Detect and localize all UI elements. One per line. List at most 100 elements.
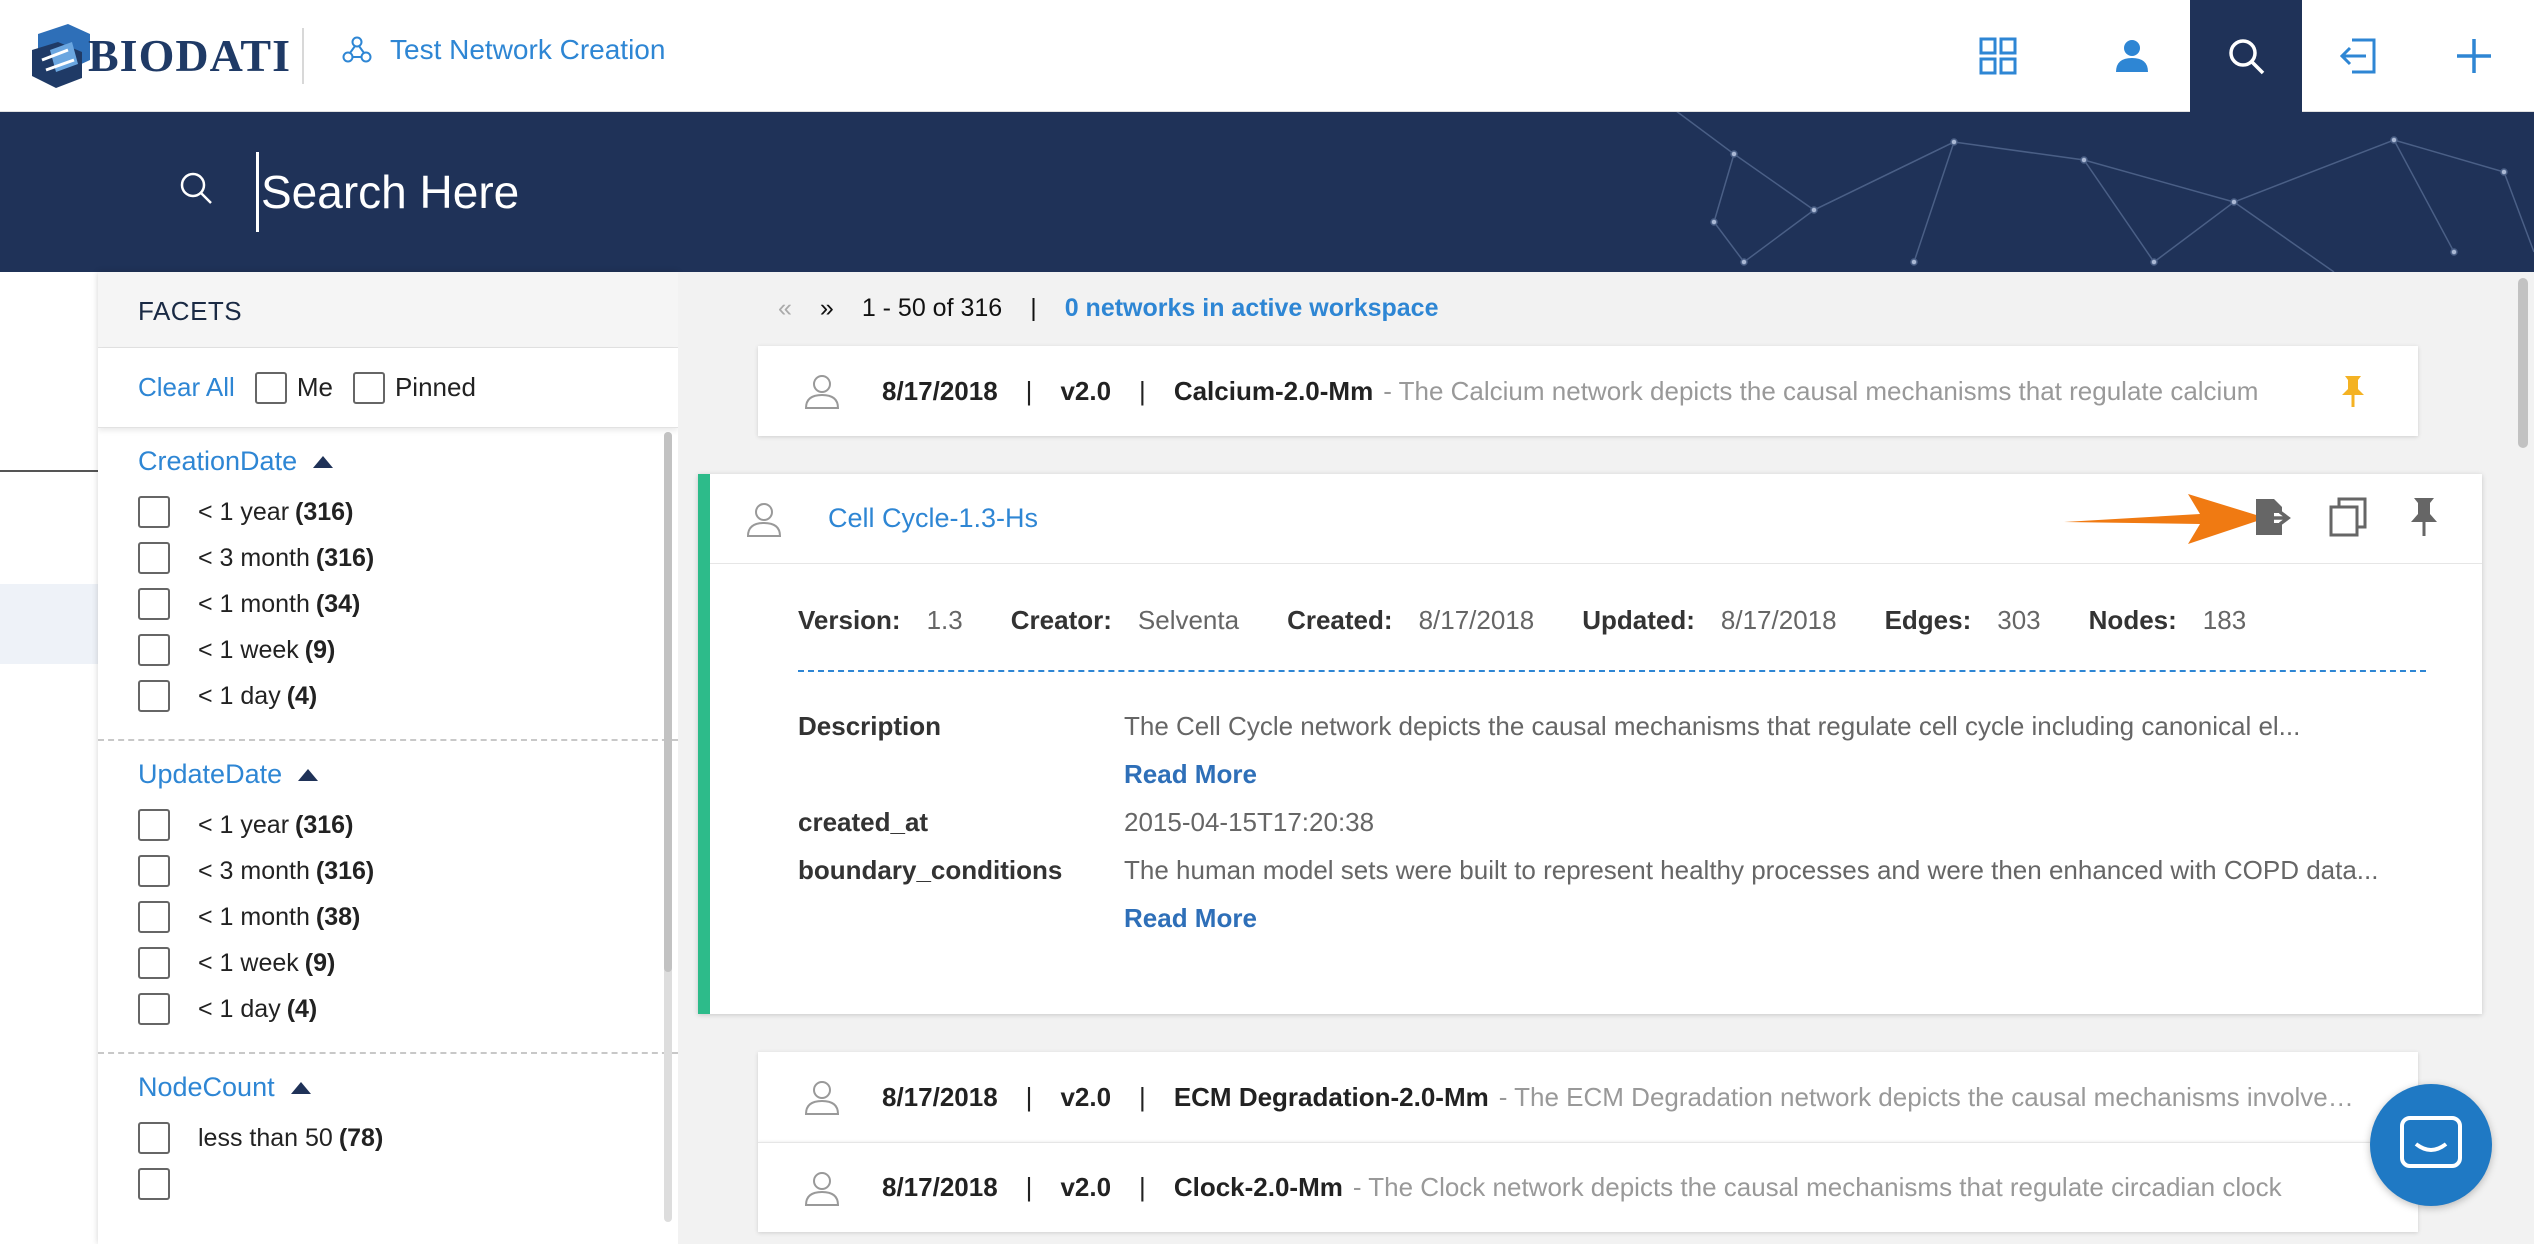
facet-item[interactable]: < 3 month (316) bbox=[138, 848, 638, 894]
facet-item-label: < 3 month bbox=[198, 543, 310, 572]
search-input[interactable] bbox=[256, 152, 1656, 232]
copy-icon[interactable] bbox=[2328, 496, 2368, 538]
export-icon[interactable] bbox=[2252, 496, 2292, 538]
facet-item-count: (9) bbox=[304, 948, 336, 977]
nav-highlight[interactable] bbox=[0, 584, 98, 664]
facet-checkbox[interactable] bbox=[138, 947, 170, 979]
facet-item[interactable]: < 1 day (4) bbox=[138, 986, 638, 1032]
facet-checkbox[interactable] bbox=[138, 496, 170, 528]
facet-item-label: < 3 month bbox=[198, 856, 310, 885]
nodes-key: Nodes: bbox=[2088, 604, 2177, 635]
user-button[interactable] bbox=[2076, 0, 2188, 112]
pin-icon[interactable] bbox=[2338, 374, 2368, 408]
facet-item[interactable]: < 1 year (316) bbox=[138, 802, 638, 848]
facet-item[interactable]: < 1 day (4) bbox=[138, 673, 638, 719]
facet-item[interactable]: < 1 week (9) bbox=[138, 627, 638, 673]
facet-title-nodecount[interactable]: NodeCount bbox=[138, 1072, 638, 1103]
apps-grid-button[interactable] bbox=[1942, 0, 2054, 112]
boundary-conditions-text: The human model sets were built to repre… bbox=[1124, 855, 2379, 885]
facet-checkbox[interactable] bbox=[138, 809, 170, 841]
row-network-name[interactable]: ECM Degradation-2.0-Mm bbox=[1174, 1082, 1489, 1113]
facet-checkbox[interactable] bbox=[138, 634, 170, 666]
facet-checkbox[interactable] bbox=[138, 542, 170, 574]
collapse-up-icon[interactable] bbox=[298, 768, 319, 781]
next-page-button[interactable]: » bbox=[820, 294, 834, 323]
collapse-up-icon[interactable] bbox=[313, 455, 334, 468]
collapse-up-icon[interactable] bbox=[290, 1081, 311, 1094]
creator-key: Creator: bbox=[1010, 604, 1112, 635]
network-details: Description The Cell Cycle network depic… bbox=[798, 702, 2482, 942]
read-more-link[interactable]: Read More bbox=[1124, 903, 1257, 933]
network-row[interactable]: 8/17/2018 | v2.0 | Clock-2.0-Mm - The Cl… bbox=[758, 1142, 2418, 1232]
logo-text: BIODATI bbox=[88, 29, 291, 81]
facet-item[interactable]: < 1 month (34) bbox=[138, 581, 638, 627]
me-label: Me bbox=[296, 372, 333, 402]
expanded-network-name[interactable]: Cell Cycle-1.3-Hs bbox=[828, 503, 1038, 534]
pin-icon[interactable] bbox=[2404, 496, 2444, 538]
facets-panel: FACETS Clear All Me Pinned CreationDate … bbox=[98, 272, 678, 1244]
facet-checkbox[interactable] bbox=[138, 993, 170, 1025]
facet-item[interactable]: < 3 month (316) bbox=[138, 535, 638, 581]
facets-title: FACETS bbox=[98, 272, 678, 348]
me-filter[interactable]: Me bbox=[254, 371, 333, 404]
facet-title-text: NodeCount bbox=[138, 1072, 275, 1102]
facet-title-text: CreationDate bbox=[138, 446, 298, 476]
row-description: - The Calcium network depicts the causal… bbox=[1383, 375, 2259, 406]
facet-checkbox[interactable] bbox=[138, 1168, 170, 1200]
facet-item[interactable]: < 1 year (316) bbox=[138, 489, 638, 535]
facet-item-count: (316) bbox=[315, 856, 375, 885]
clear-all-link[interactable]: Clear All bbox=[138, 372, 235, 403]
workspace-link[interactable]: 0 networks in active workspace bbox=[1065, 294, 1439, 323]
facet-title-creationdate[interactable]: CreationDate bbox=[138, 446, 638, 477]
facets-scrollbar-thumb[interactable] bbox=[664, 432, 672, 972]
description-text: The Cell Cycle network depicts the causa… bbox=[1124, 711, 2301, 741]
row-version: v2.0 bbox=[1060, 1081, 1112, 1112]
facet-item[interactable]: less than 50 (78) bbox=[138, 1115, 638, 1161]
expanded-network-card: Cell Cycle-1.3-Hs Version: 1.3 Creator: … bbox=[698, 474, 2482, 1014]
me-checkbox[interactable] bbox=[254, 371, 287, 404]
facet-group-updatedate: UpdateDate < 1 year (316) < 3 month (316) … bbox=[98, 741, 678, 1054]
description-row: Description The Cell Cycle network depic… bbox=[798, 702, 2482, 798]
network-row[interactable]: 8/17/2018 | v2.0 | Calcium-2.0-Mm - The … bbox=[758, 346, 2418, 436]
search-tab-button[interactable] bbox=[2190, 0, 2302, 112]
facet-checkbox[interactable] bbox=[138, 680, 170, 712]
network-row[interactable]: 8/17/2018 | v2.0 | ECM Degradation-2.0-M… bbox=[758, 1052, 2418, 1142]
facet-checkbox[interactable] bbox=[138, 1122, 170, 1154]
active-network-title[interactable]: Test Network Creation bbox=[342, 34, 665, 66]
expanded-card-header: Cell Cycle-1.3-Hs bbox=[710, 474, 2482, 564]
created-at-row: created_at 2015-04-15T17:20:38 bbox=[798, 798, 2482, 846]
pinned-checkbox[interactable] bbox=[352, 371, 385, 404]
pinned-filter[interactable]: Pinned bbox=[352, 371, 476, 404]
creator-value: Selventa bbox=[1137, 604, 1240, 635]
results-scrollbar[interactable] bbox=[2516, 278, 2530, 1238]
read-more-link[interactable]: Read More bbox=[1124, 759, 1257, 789]
nav-divider bbox=[0, 470, 98, 472]
row-separator: | bbox=[1139, 375, 1146, 406]
row-network-name[interactable]: Clock-2.0-Mm bbox=[1174, 1172, 1343, 1203]
add-button[interactable] bbox=[2418, 0, 2530, 112]
facet-checkbox[interactable] bbox=[138, 588, 170, 620]
facet-item-label: < 1 day bbox=[198, 681, 281, 710]
facet-checkbox[interactable] bbox=[138, 901, 170, 933]
facets-scrollbar[interactable] bbox=[664, 432, 672, 1222]
results-scrollbar-thumb[interactable] bbox=[2518, 278, 2528, 448]
facet-checkbox[interactable] bbox=[138, 855, 170, 887]
row-network-name[interactable]: Calcium-2.0-Mm bbox=[1174, 376, 1373, 407]
facet-item[interactable]: < 1 week (9) bbox=[138, 940, 638, 986]
facet-item-label: < 1 week bbox=[198, 635, 299, 664]
biodati-logo[interactable]: BIODATI bbox=[28, 18, 291, 92]
facet-item-label: < 1 day bbox=[198, 994, 281, 1023]
updated-value: 8/17/2018 bbox=[1720, 604, 1837, 635]
facet-item-count: (4) bbox=[286, 994, 318, 1023]
prev-page-button[interactable]: « bbox=[778, 294, 792, 323]
facets-toolbar: Clear All Me Pinned bbox=[98, 348, 678, 428]
network-icon bbox=[342, 36, 372, 63]
facet-item-count: (78) bbox=[338, 1123, 384, 1152]
facet-title-updatedate[interactable]: UpdateDate bbox=[138, 759, 638, 790]
pagination-bar: « » 1 - 50 of 316 | 0 networks in active… bbox=[778, 288, 1438, 328]
facet-item[interactable]: < 1 month (38) bbox=[138, 894, 638, 940]
chat-launcher-button[interactable] bbox=[2370, 1084, 2492, 1206]
facet-item-partial[interactable] bbox=[138, 1161, 638, 1207]
import-button[interactable] bbox=[2302, 0, 2414, 112]
left-navigation-strip bbox=[0, 272, 98, 1244]
